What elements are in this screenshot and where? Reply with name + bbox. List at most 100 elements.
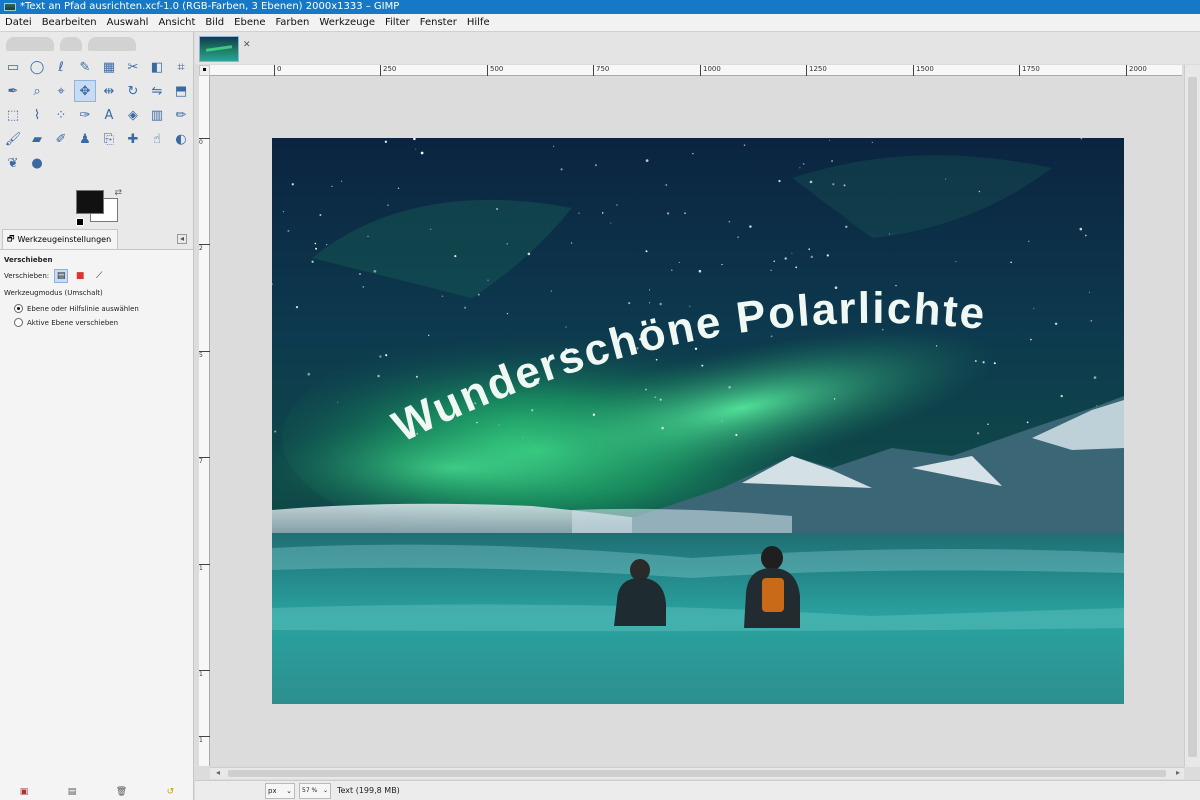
star [845,225,848,229]
gegl-icon[interactable]: ● [26,152,48,174]
star [974,360,977,362]
star [291,183,294,186]
clone-icon[interactable]: ⎘ [98,128,120,150]
menu-filter[interactable]: Filter [380,17,415,28]
close-image-tab-icon[interactable]: ✕ [243,40,251,50]
menu-fenster[interactable]: Fenster [415,17,462,28]
bucket-fill-icon[interactable]: ◈ [122,104,144,126]
eraser-icon[interactable]: ▰ [26,128,48,150]
tab-tool-options[interactable]: 🗗 Werkzeugeinstellungen [2,229,119,249]
star [935,345,938,347]
fuzzy-select-icon[interactable]: ✎ [74,56,96,78]
star [430,228,432,230]
handle-transform-icon[interactable]: ⁘ [50,104,72,126]
radio-move-active-layer[interactable]: Aktive Ebene verschieben [14,318,189,327]
menu-hilfe[interactable]: Hilfe [462,17,495,28]
star [808,248,810,250]
unified-transform-icon[interactable]: ⬚ [2,104,24,126]
ink-icon[interactable]: ♟ [74,128,96,150]
zoom-icon[interactable]: ⌕ [26,80,48,102]
ellipse-select-icon[interactable]: ◯ [26,56,48,78]
star [889,233,891,235]
star [659,302,663,306]
move-selection-button[interactable]: ■ [73,269,87,283]
wilber-shape-2 [60,37,82,51]
color-picker-icon[interactable]: ✒ [2,80,24,102]
star [843,184,846,187]
star [594,164,597,167]
star [659,398,662,401]
canvas-area[interactable]: Wunderschöne Polarlichter [211,77,1183,766]
default-colors-icon[interactable] [76,218,84,226]
horizontal-scrollbar[interactable]: ◂ ▸ [210,767,1184,779]
star [476,421,478,424]
align-icon[interactable]: ⇹ [98,80,120,102]
perspective-icon[interactable]: ⬒ [170,80,192,102]
horizontal-ruler[interactable]: 0 250 500 750 1000 1250 1500 1750 2000 [210,65,1182,76]
move-path-button[interactable]: ⟋ [92,269,106,283]
star [282,210,285,213]
reset-options-icon[interactable]: ↺ [167,787,175,797]
unit-dropdown[interactable]: px ⌄ [265,782,295,799]
free-select-icon[interactable]: ℓ [50,56,72,78]
move-layer-button[interactable]: ▤ [54,269,69,283]
radio-pick-layer[interactable]: Ebene oder Hilfslinie auswählen [14,304,189,313]
tool-grid: ▭ ◯ ℓ ✎ ▦ ✂ ◧ ⌗ ✒ ⌕ ⌖ ✥ ⇹ ↻ ⇋ ⬒ ⬚ ⌇ ⁘ ✑ A ◈ ▥ ✏ 🖌 ▰ ✐ ♟ ⎘ ✚ ☝ ◐ ❦ ● [0,56,193,176]
paintbrush-icon[interactable]: 🖌 [2,128,24,150]
select-by-color-icon[interactable]: ▦ [98,56,120,78]
scroll-left-icon[interactable]: ◂ [216,768,220,777]
restore-preset-icon[interactable]: ▤ [68,787,77,797]
quick-mask-corner[interactable]: ▪ [199,65,210,76]
ruler-tick: 250 [380,65,396,76]
delete-preset-icon[interactable]: 🗑 [116,787,127,797]
ruler-tick: 0 [274,65,281,76]
menu-ebene[interactable]: Ebene [229,17,270,28]
mypaint-brush-icon[interactable]: ❦ [2,152,24,174]
paths-icon[interactable]: ✑ [74,104,96,126]
menu-bild[interactable]: Bild [200,17,229,28]
tab-menu-icon[interactable]: ◂ [177,234,187,244]
zoom-value: 57 % [302,787,318,794]
dodge-burn-icon[interactable]: ◐ [170,128,192,150]
save-preset-icon[interactable]: ▣ [20,787,29,797]
menu-bearbeiten[interactable]: Bearbeiten [37,17,102,28]
menu-auswahl[interactable]: Auswahl [102,17,154,28]
star [441,295,444,298]
image-canvas[interactable]: Wunderschöne Polarlichter [272,138,1124,704]
crop-icon[interactable]: ⌗ [170,56,192,78]
text-icon[interactable]: A [98,104,120,126]
measure-icon[interactable]: ⌖ [50,80,72,102]
rect-select-icon[interactable]: ▭ [2,56,24,78]
smudge-icon[interactable]: ☝ [146,128,168,150]
vertical-ruler[interactable]: 0 2 5 7 1 1 1 [199,76,210,766]
menu-farben[interactable]: Farben [270,17,314,28]
vertical-scroll-thumb[interactable] [1188,77,1197,757]
menu-datei[interactable]: Datei [0,17,37,28]
scissors-icon[interactable]: ✂ [122,56,144,78]
menu-ansicht[interactable]: Ansicht [153,17,200,28]
foreground-color-swatch[interactable] [76,190,104,214]
flip-icon[interactable]: ⇋ [146,80,168,102]
zoom-dropdown[interactable]: 57 % ⌄ [299,782,331,799]
tool-options-tab-row: 🗗 Werkzeugeinstellungen ◂ [0,229,193,250]
horizontal-scroll-thumb[interactable] [228,770,1166,777]
scroll-right-icon[interactable]: ▸ [1176,768,1180,777]
move-icon[interactable]: ✥ [74,80,96,102]
pencil-icon[interactable]: ✏ [170,104,192,126]
image-tab-thumbnail[interactable] [199,36,239,62]
star [373,269,377,273]
foreground-select-icon[interactable]: ◧ [146,56,168,78]
vertical-scrollbar[interactable] [1184,65,1200,767]
swap-colors-icon[interactable]: ⇄ [114,188,122,198]
star [692,152,694,155]
ruler-tick: 0 [199,138,210,148]
airbrush-icon[interactable]: ✐ [50,128,72,150]
blend-icon[interactable]: ▥ [146,104,168,126]
warp-icon[interactable]: ⌇ [26,104,48,126]
heal-icon[interactable]: ✚ [122,128,144,150]
star [560,168,563,171]
radio-move-active-indicator[interactable] [14,318,23,327]
menu-werkzeuge[interactable]: Werkzeuge [314,17,380,28]
radio-pick-layer-indicator[interactable] [14,304,23,313]
transform-icon[interactable]: ↻ [122,80,144,102]
